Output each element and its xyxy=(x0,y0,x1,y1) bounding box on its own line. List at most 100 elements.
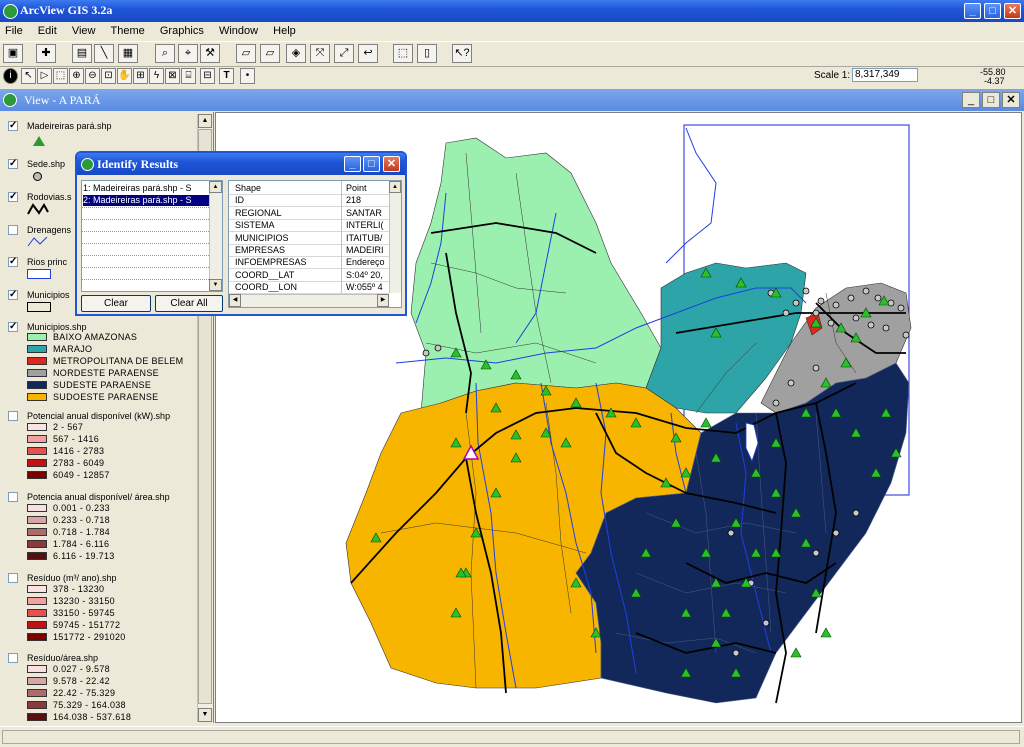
pan-icon[interactable]: ✋ xyxy=(117,68,132,84)
theme-checkbox[interactable]: ✓ xyxy=(8,192,18,202)
sede-point[interactable] xyxy=(762,619,770,627)
sede-point[interactable] xyxy=(874,294,882,302)
theme-checkbox[interactable] xyxy=(8,653,18,663)
sede-point[interactable] xyxy=(812,364,820,372)
sede-point[interactable] xyxy=(727,529,735,537)
scale-input[interactable]: 8,317,349 xyxy=(852,68,918,82)
theme-label[interactable]: Resíduo/área.shp xyxy=(27,653,98,663)
menu-file[interactable]: File xyxy=(5,25,23,37)
theme-properties-icon[interactable]: ▤ xyxy=(72,44,92,63)
label-icon[interactable]: ⌸ xyxy=(181,68,196,84)
theme-label[interactable]: Potencia anual disponível/ área.shp xyxy=(27,492,170,502)
theme-label[interactable]: Sede.shp xyxy=(27,159,65,169)
measure-icon[interactable]: ⊞ xyxy=(133,68,148,84)
sede-point[interactable] xyxy=(832,301,840,309)
view-maximize-icon[interactable]: □ xyxy=(982,92,1000,108)
zoom-out-fixed-icon[interactable]: ⤢ xyxy=(334,44,354,63)
zoom-full-extent-icon[interactable]: ▱ xyxy=(236,44,256,63)
zoom-to-scale-icon[interactable]: ⊡ xyxy=(101,68,116,84)
theme-label[interactable]: Madeireiras pará.shp xyxy=(27,121,112,131)
zoom-in-icon[interactable]: ⊕ xyxy=(69,68,84,84)
madeireira-point[interactable] xyxy=(820,627,832,638)
sede-point[interactable] xyxy=(434,344,442,352)
dialog-minimize-icon[interactable]: _ xyxy=(344,156,361,172)
theme-checkbox[interactable] xyxy=(8,492,18,502)
sede-point[interactable] xyxy=(772,399,780,407)
sede-point[interactable] xyxy=(832,529,840,537)
sede-point[interactable] xyxy=(812,549,820,557)
attribute-grid[interactable]: Shape Point ID 218 REGIONAL SANTAR SISTEMA INTE… xyxy=(228,180,402,308)
locate-address-icon[interactable]: ⌖ xyxy=(178,44,198,63)
list-scroll-up-icon[interactable]: ▲ xyxy=(209,181,222,193)
edit-legend-icon[interactable]: ╲ xyxy=(94,44,114,63)
sede-point[interactable] xyxy=(882,324,890,332)
theme-checkbox[interactable]: ✓ xyxy=(8,257,18,267)
zoom-active-themes-icon[interactable]: ▱ xyxy=(260,44,280,63)
sede-point[interactable] xyxy=(867,321,875,329)
scroll-down-icon[interactable]: ▼ xyxy=(198,708,212,722)
menu-theme[interactable]: Theme xyxy=(111,25,145,37)
clear-selection-icon[interactable]: ▯ xyxy=(417,44,437,63)
sede-point[interactable] xyxy=(787,379,795,387)
zoom-previous-icon[interactable]: ↩ xyxy=(358,44,378,63)
theme-checkbox[interactable]: ✓ xyxy=(8,290,18,300)
feature-list-item[interactable]: 1: Madeireiras pará.shp - S xyxy=(83,183,209,194)
theme-checkbox[interactable] xyxy=(8,225,18,235)
sede-point[interactable] xyxy=(897,304,905,312)
grid-scroll-right-icon[interactable]: ▶ xyxy=(377,294,389,307)
theme-checkbox[interactable]: ✓ xyxy=(8,322,18,332)
list-scrollbar[interactable] xyxy=(209,181,222,291)
dialog-close-icon[interactable]: ✕ xyxy=(383,156,400,172)
theme-label[interactable]: Drenagens xyxy=(27,225,71,235)
sede-point[interactable] xyxy=(817,297,825,305)
sede-point[interactable] xyxy=(852,509,860,517)
menu-view[interactable]: View xyxy=(72,25,96,37)
sede-point[interactable] xyxy=(802,287,810,295)
select-feature-icon[interactable]: ⬚ xyxy=(53,68,68,84)
zoom-selected-icon[interactable]: ◈ xyxy=(286,44,306,63)
clear-button[interactable]: Clear xyxy=(81,295,151,312)
query-builder-icon[interactable]: ⚒ xyxy=(200,44,220,63)
sede-point[interactable] xyxy=(847,294,855,302)
theme-label[interactable]: Municipios.shp xyxy=(27,322,87,332)
theme-checkbox[interactable] xyxy=(8,573,18,583)
theme-label[interactable]: Rodovias.s xyxy=(27,192,72,202)
sede-point[interactable] xyxy=(792,299,800,307)
zoom-out-icon[interactable]: ⊖ xyxy=(85,68,100,84)
theme-checkbox[interactable] xyxy=(8,411,18,421)
madeireira-point[interactable] xyxy=(700,417,712,428)
scroll-up-icon[interactable]: ▲ xyxy=(198,114,212,128)
sede-point[interactable] xyxy=(812,309,820,317)
close-icon[interactable]: ✕ xyxy=(1004,3,1021,19)
sede-point[interactable] xyxy=(902,331,910,339)
help-icon[interactable]: ↖? xyxy=(452,44,472,63)
dialog-maximize-icon[interactable]: □ xyxy=(363,156,380,172)
theme-label[interactable]: Potencial anual disponível (kW).shp xyxy=(27,411,170,421)
add-theme-icon[interactable]: ✚ xyxy=(36,44,56,63)
select-by-theme-icon[interactable]: ⬚ xyxy=(393,44,413,63)
save-icon[interactable]: ▣ xyxy=(3,44,23,63)
text-icon[interactable]: ⊟ xyxy=(200,68,215,84)
theme-checkbox[interactable]: ✓ xyxy=(8,159,18,169)
feature-list[interactable]: 1: Madeireiras pará.shp - S 2: Madeireir… xyxy=(81,180,223,292)
grid-scroll-up-icon[interactable]: ▲ xyxy=(389,181,401,193)
find-icon[interactable]: ⌕ xyxy=(155,44,175,63)
view-close-icon[interactable]: ✕ xyxy=(1002,92,1020,108)
hotlink-icon[interactable]: ϟ xyxy=(149,68,164,84)
sede-point[interactable] xyxy=(782,309,790,317)
pointer-icon[interactable]: ↖ xyxy=(21,68,36,84)
grid-scroll-left-icon[interactable]: ◀ xyxy=(229,294,241,307)
draw-point-icon[interactable]: • xyxy=(240,68,255,84)
menu-help[interactable]: Help xyxy=(273,25,296,37)
sede-point[interactable] xyxy=(732,649,740,657)
sede-point[interactable] xyxy=(862,287,870,295)
identify-title-bar[interactable]: Identify Results _ □ ✕ xyxy=(77,153,405,175)
area-of-interest-icon[interactable]: ⊠ xyxy=(165,68,180,84)
sede-point[interactable] xyxy=(852,314,860,322)
menu-edit[interactable]: Edit xyxy=(38,25,57,37)
list-scroll-down-icon[interactable]: ▼ xyxy=(209,279,222,291)
vertex-edit-icon[interactable]: ▷ xyxy=(37,68,52,84)
sede-point[interactable] xyxy=(827,319,835,327)
open-table-icon[interactable]: ▦ xyxy=(118,44,138,63)
theme-label[interactable]: Municipios xyxy=(27,290,70,300)
